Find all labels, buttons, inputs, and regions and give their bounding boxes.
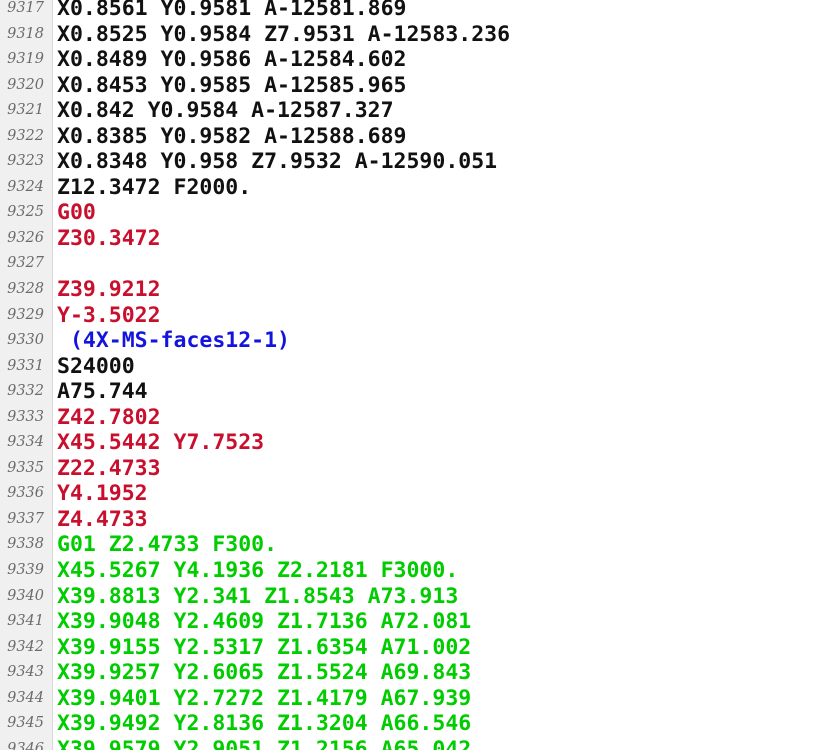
code-line-text[interactable]: (4X-MS-faces12-1) (57, 328, 290, 354)
code-line-list[interactable]: 9317 X0.8561 Y0.9581 A-12581.869 9318 X0.85… (0, 0, 832, 750)
line-number: 9322 (7, 127, 44, 144)
code-line-row[interactable]: 9333 Z42.7802 (0, 405, 832, 431)
code-line-row[interactable]: 9317 X0.8561 Y0.9581 A-12581.869 (0, 0, 832, 22)
code-line-text[interactable]: X39.9579 Y2.9051 Z1.2156 A65.042 (57, 737, 471, 750)
code-line-row[interactable]: 9322 X0.8385 Y0.9582 A-12588.689 (0, 124, 832, 150)
line-number: 9346 (7, 740, 44, 750)
code-line-row[interactable]: 9328 Z39.9212 (0, 277, 832, 303)
line-number: 9324 (7, 178, 44, 195)
code-line-row[interactable]: 9341 X39.9048 Y2.4609 Z1.7136 A72.081 (0, 609, 832, 635)
line-number: 9329 (7, 306, 44, 323)
line-number: 9345 (7, 715, 44, 732)
code-line-text[interactable]: X39.9155 Y2.5317 Z1.6354 A71.002 (57, 635, 471, 661)
code-line-text[interactable]: X39.9048 Y2.4609 Z1.7136 A72.081 (57, 609, 471, 635)
code-line-text[interactable]: X0.8453 Y0.9585 A-12585.965 (57, 73, 407, 99)
code-line-text[interactable]: Z12.3472 F2000. (57, 175, 251, 201)
code-line-text[interactable]: X39.9492 Y2.8136 Z1.3204 A66.546 (57, 711, 471, 737)
line-number: 9317 (7, 0, 44, 16)
line-number: 9337 (7, 510, 44, 527)
code-line-text[interactable]: Y-3.5022 (57, 303, 161, 329)
code-line-text[interactable]: X0.8525 Y0.9584 Z7.9531 A-12583.236 (57, 22, 510, 48)
code-line-text[interactable]: X39.9257 Y2.6065 Z1.5524 A69.843 (57, 660, 471, 686)
line-number: 9342 (7, 638, 44, 655)
line-number: 9326 (7, 229, 44, 246)
line-number: 9318 (7, 25, 44, 42)
line-number: 9335 (7, 459, 44, 476)
code-line-row[interactable]: 9320 X0.8453 Y0.9585 A-12585.965 (0, 73, 832, 99)
code-line-text[interactable]: X0.8348 Y0.958 Z7.9532 A-12590.051 (57, 149, 497, 175)
line-number: 9330 (7, 332, 44, 349)
line-number: 9338 (7, 536, 44, 553)
line-number: 9341 (7, 613, 44, 630)
code-line-row[interactable]: 9342 X39.9155 Y2.5317 Z1.6354 A71.002 (0, 635, 832, 661)
code-line-row[interactable]: 9338 G01 Z2.4733 F300. (0, 532, 832, 558)
code-line-row[interactable]: 9321 X0.842 Y0.9584 A-12587.327 (0, 98, 832, 124)
line-number: 9319 (7, 51, 44, 68)
code-line-row[interactable]: 9337 Z4.4733 (0, 507, 832, 533)
code-line-row[interactable]: 9318 X0.8525 Y0.9584 Z7.9531 A-12583.236 (0, 22, 832, 48)
code-line-row[interactable]: 9335 Z22.4733 (0, 456, 832, 482)
code-line-row[interactable]: 9334 X45.5442 Y7.7523 (0, 430, 832, 456)
line-number: 9328 (7, 281, 44, 298)
code-line-row[interactable]: 9344 X39.9401 Y2.7272 Z1.4179 A67.939 (0, 686, 832, 712)
line-number: 9332 (7, 383, 44, 400)
code-line-row[interactable]: 9325 G00 (0, 200, 832, 226)
code-line-text[interactable]: X39.8813 Y2.341 Z1.8543 A73.913 (57, 584, 458, 610)
code-line-row[interactable]: 9340 X39.8813 Y2.341 Z1.8543 A73.913 (0, 584, 832, 610)
code-line-text[interactable]: Z22.4733 (57, 456, 161, 482)
code-line-row[interactable]: 9346 X39.9579 Y2.9051 Z1.2156 A65.042 (0, 737, 832, 750)
code-line-row[interactable]: 9331 S24000 (0, 354, 832, 380)
code-line-row[interactable]: 9339 X45.5267 Y4.1936 Z2.2181 F3000. (0, 558, 832, 584)
code-line-row[interactable]: 9332 A75.744 (0, 379, 832, 405)
code-line-text[interactable]: X0.8489 Y0.9586 A-12584.602 (57, 47, 407, 73)
code-line-row[interactable]: 9319 X0.8489 Y0.9586 A-12584.602 (0, 47, 832, 73)
code-line-row[interactable]: 9330 (4X-MS-faces12-1) (0, 328, 832, 354)
line-number: 9333 (7, 408, 44, 425)
code-line-text[interactable]: X45.5267 Y4.1936 Z2.2181 F3000. (57, 558, 458, 584)
code-line-text[interactable]: Y4.1952 (57, 481, 148, 507)
code-line-row[interactable]: 9324 Z12.3472 F2000. (0, 175, 832, 201)
code-line-text[interactable]: X45.5442 Y7.7523 (57, 430, 264, 456)
line-number: 9327 (7, 255, 44, 272)
line-number: 9320 (7, 76, 44, 93)
code-line-text[interactable]: G01 Z2.4733 F300. (57, 532, 277, 558)
code-line-text[interactable]: Z42.7802 (57, 405, 161, 431)
code-line-row[interactable]: 9327 (0, 251, 832, 277)
code-line-text[interactable]: A75.744 (57, 379, 148, 405)
line-number: 9340 (7, 587, 44, 604)
code-line-row[interactable]: 9345 X39.9492 Y2.8136 Z1.3204 A66.546 (0, 711, 832, 737)
code-line-row[interactable]: 9329 Y-3.5022 (0, 303, 832, 329)
line-number: 9334 (7, 434, 44, 451)
code-line-row[interactable]: 9343 X39.9257 Y2.6065 Z1.5524 A69.843 (0, 660, 832, 686)
code-line-text[interactable]: G00 (57, 200, 96, 226)
line-number: 9331 (7, 357, 44, 374)
line-number: 9325 (7, 204, 44, 221)
gcode-editor[interactable]: 9317 X0.8561 Y0.9581 A-12581.869 9318 X0.85… (0, 0, 832, 750)
code-line-text[interactable]: X0.8385 Y0.9582 A-12588.689 (57, 124, 407, 150)
line-number: 9321 (7, 102, 44, 119)
code-line-text[interactable]: Z4.4733 (57, 507, 148, 533)
code-line-text[interactable]: X0.8561 Y0.9581 A-12581.869 (57, 0, 407, 22)
code-line-text[interactable]: Z30.3472 (57, 226, 161, 252)
line-number: 9343 (7, 664, 44, 681)
line-number: 9344 (7, 689, 44, 706)
code-line-text[interactable]: Z39.9212 (57, 277, 161, 303)
code-line-row[interactable]: 9336 Y4.1952 (0, 481, 832, 507)
line-number: 9323 (7, 153, 44, 170)
code-line-row[interactable]: 9326 Z30.3472 (0, 226, 832, 252)
code-line-text[interactable]: X39.9401 Y2.7272 Z1.4179 A67.939 (57, 686, 471, 712)
code-line-text[interactable]: X0.842 Y0.9584 A-12587.327 (57, 98, 394, 124)
line-number: 9339 (7, 562, 44, 579)
code-line-text[interactable]: S24000 (57, 354, 135, 380)
code-line-row[interactable]: 9323 X0.8348 Y0.958 Z7.9532 A-12590.051 (0, 149, 832, 175)
line-number: 9336 (7, 485, 44, 502)
